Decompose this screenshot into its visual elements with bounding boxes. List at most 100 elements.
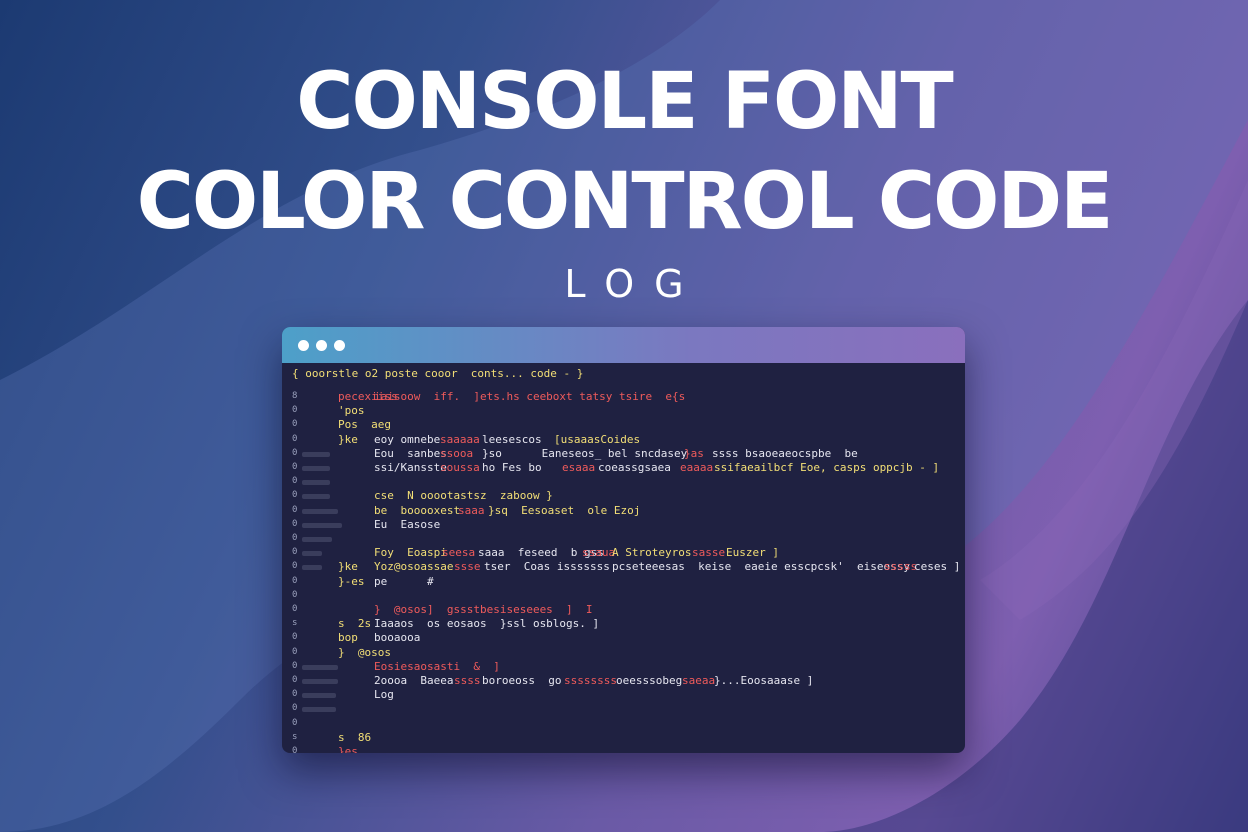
title-line-2: COLOR CONTROL CODE — [136, 157, 1114, 247]
gutter-line: 0 — [292, 519, 352, 533]
gutter-bar — [302, 679, 338, 684]
window-dot-icon[interactable] — [334, 340, 345, 351]
gutter-line: 0 Pos aeg — [292, 418, 391, 433]
code-token: Yoz@osoassae — [374, 560, 454, 574]
line-number: 0 — [292, 447, 298, 458]
code-token: Log — [374, 688, 394, 702]
gutter-line: 0 — [292, 718, 352, 732]
gutter-line: 0 — [292, 661, 352, 675]
code-token: saaa — [458, 503, 485, 517]
code-token: seesa — [442, 546, 476, 560]
line-number: 0 — [292, 646, 298, 657]
code-token: ho Fes bo — [482, 461, 542, 474]
gutter-token: }es — [338, 745, 358, 753]
console-window: { ooorstle o2 poste cooor conts... code … — [282, 327, 965, 753]
line-number: 0 — [292, 462, 298, 472]
hero-title: CONSOLE FONT COLOR CONTROL CODE — [0, 52, 1248, 252]
gutter-bar — [302, 551, 322, 557]
code-token: saaaaa — [440, 432, 480, 446]
line-number: 0 — [292, 746, 298, 753]
code-token: pcseteeesas keise eaeie esscpcsk' eiseos… — [612, 560, 911, 574]
gutter-bar — [302, 480, 330, 486]
line-number: 0 — [292, 632, 298, 643]
code-token: boroeoss go — [482, 674, 562, 687]
code-token: ssss — [454, 674, 481, 687]
line-number: s — [292, 731, 298, 742]
gutter-line: 0 — [292, 462, 352, 476]
gutter-line: 0}-es — [292, 575, 365, 590]
gutter-token: bop — [338, 631, 358, 645]
code-token: Eou sanbes — [374, 446, 447, 460]
gutter-line: 0 'pos — [292, 404, 365, 419]
window-dot-icon[interactable] — [298, 340, 309, 351]
code-token: ceses ] — [914, 560, 961, 574]
code-token: iaisoow iff. ]ets.hs ceeboxt tatsy tsire… — [374, 390, 686, 403]
code-token: Eu Easose — [374, 517, 441, 531]
code-header-line: { ooorstle o2 poste cooor conts... code … — [292, 367, 584, 380]
line-number: 8 — [292, 391, 298, 401]
gutter-bar — [302, 693, 336, 699]
code-token: sasse — [692, 546, 726, 560]
code-token: be booooxest — [374, 503, 461, 517]
title-line-1: CONSOLE FONT — [296, 57, 954, 147]
gutter-line: 0}ke — [292, 560, 358, 575]
code-token: ssse — [454, 560, 481, 574]
line-number: 0 — [292, 490, 298, 501]
code-token: }so Eaneseos_ bel sncdasey — [482, 446, 688, 460]
code-token: esaaa — [562, 461, 596, 474]
code-token: eaaaa — [680, 461, 714, 474]
line-number: 0 — [292, 660, 298, 671]
code-token: ssaua — [582, 546, 616, 560]
gutter-line: 0 — [292, 533, 352, 547]
line-number: 0 — [292, 533, 298, 543]
gutter-bar — [302, 707, 336, 713]
code-token: Iaaaos os eosaos }ssl osblogs. ] — [374, 617, 600, 631]
line-number: 0 — [292, 703, 298, 714]
line-number: 0 — [292, 547, 298, 558]
gutter-line: 0}ke — [292, 433, 358, 448]
gutter-bar — [302, 537, 332, 542]
code-area: { ooorstle o2 poste cooor conts... code … — [282, 363, 965, 753]
line-number: 0 — [292, 433, 298, 444]
gutter-line: 0 bop — [292, 631, 358, 646]
code-token: ssi/Kansste — [374, 461, 447, 474]
window-titlebar — [282, 327, 965, 363]
gutter-line: 0 — [292, 675, 352, 689]
gutter-line: 0 — [292, 505, 352, 519]
code-token: Foy Eoaspi — [374, 546, 447, 560]
gutter-bar — [302, 466, 330, 471]
window-dot-icon[interactable] — [316, 340, 327, 351]
gutter-line: s s 86 — [292, 731, 371, 746]
code-token: eoy omnebe — [374, 432, 441, 446]
code-token: }as — [684, 446, 704, 460]
gutter-bar — [302, 451, 330, 457]
gutter-line: 0 — [292, 689, 352, 703]
code-token: ssss bsaoeaeocspbe be — [712, 446, 858, 460]
line-number: 0 — [292, 561, 298, 572]
gutter-line: 0 — [292, 590, 352, 604]
gutter-token: 'pos — [338, 404, 365, 418]
gutter-line: 0 — [292, 490, 352, 504]
code-token: [usaaasCoides — [554, 432, 641, 446]
code-token: booaooa — [374, 631, 421, 645]
gutter-line: 8 pecexiiss — [292, 390, 398, 405]
code-token: ssifaeailbcf Eoe, casps oppcjb - ] — [714, 461, 940, 474]
line-number: 0 — [292, 476, 298, 487]
gutter-bar — [302, 508, 338, 514]
code-token: Eosiesaosasti & ] — [374, 659, 500, 673]
gutter-bar — [302, 522, 342, 528]
gutter-line: 0 — [292, 476, 352, 490]
code-token: A Stroteyros — [612, 546, 692, 560]
gutter-bar — [302, 664, 338, 670]
gutter-line: s s 2s — [292, 617, 371, 632]
line-number: 0 — [292, 419, 298, 430]
code-token: pe # — [374, 574, 434, 588]
gutter-line: 0 — [292, 448, 352, 462]
line-number: 0 — [292, 504, 298, 515]
gutter-line: 0} @osos — [292, 646, 391, 661]
gutter-bar — [302, 565, 322, 571]
code-token: tser Coas isssssss — [484, 560, 610, 574]
code-token: Euszer ] — [726, 546, 779, 560]
line-number: 0 — [292, 518, 298, 529]
line-number: 0 — [292, 405, 298, 416]
